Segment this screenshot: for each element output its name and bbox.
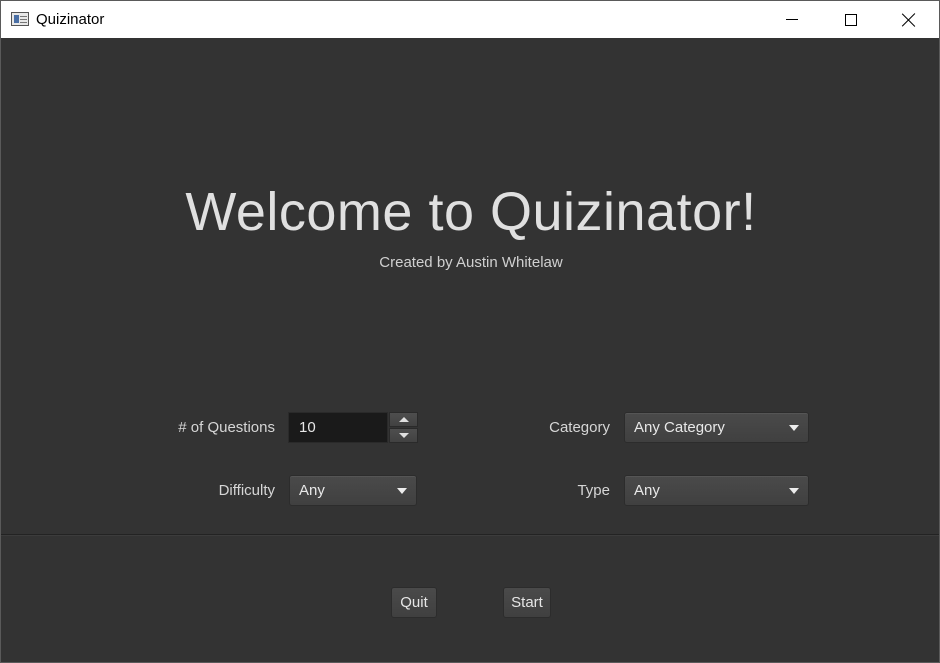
category-dropdown[interactable]: Any Category	[624, 412, 809, 443]
page-subtitle: Created by Austin Whitelaw	[379, 254, 563, 271]
chevron-down-icon	[789, 425, 799, 431]
maximize-icon	[845, 13, 857, 26]
type-selected: Any	[634, 482, 660, 499]
questions-label: # of Questions	[178, 419, 275, 436]
window-title: Quizinator	[36, 11, 105, 28]
close-button[interactable]	[880, 1, 938, 38]
start-button[interactable]: Start	[503, 587, 551, 618]
chevron-down-icon	[397, 488, 407, 494]
app-window: Quizinator Welcome to Quizinator! Create…	[0, 0, 940, 663]
page-title: Welcome to Quizinator!	[185, 182, 757, 242]
close-icon	[902, 13, 916, 27]
quit-button[interactable]: Quit	[391, 587, 437, 618]
questions-spinner[interactable]	[288, 412, 418, 443]
maximize-button[interactable]	[822, 1, 880, 38]
difficulty-dropdown[interactable]: Any	[289, 475, 417, 506]
type-dropdown[interactable]: Any	[624, 475, 809, 506]
title-bar: Quizinator	[1, 1, 939, 38]
difficulty-label: Difficulty	[218, 482, 275, 499]
arrow-down-icon	[398, 433, 409, 438]
questions-input[interactable]	[288, 412, 388, 443]
category-selected: Any Category	[634, 419, 725, 436]
section-divider	[1, 534, 939, 536]
arrow-up-icon	[398, 417, 409, 422]
app-icon	[11, 12, 29, 26]
type-label: Type	[577, 482, 610, 499]
difficulty-selected: Any	[299, 482, 325, 499]
category-label: Category	[549, 419, 610, 436]
minimize-button[interactable]	[763, 1, 821, 38]
minimize-icon	[786, 19, 798, 20]
chevron-down-icon	[789, 488, 799, 494]
decrement-button[interactable]	[389, 428, 418, 443]
increment-button[interactable]	[389, 412, 418, 427]
